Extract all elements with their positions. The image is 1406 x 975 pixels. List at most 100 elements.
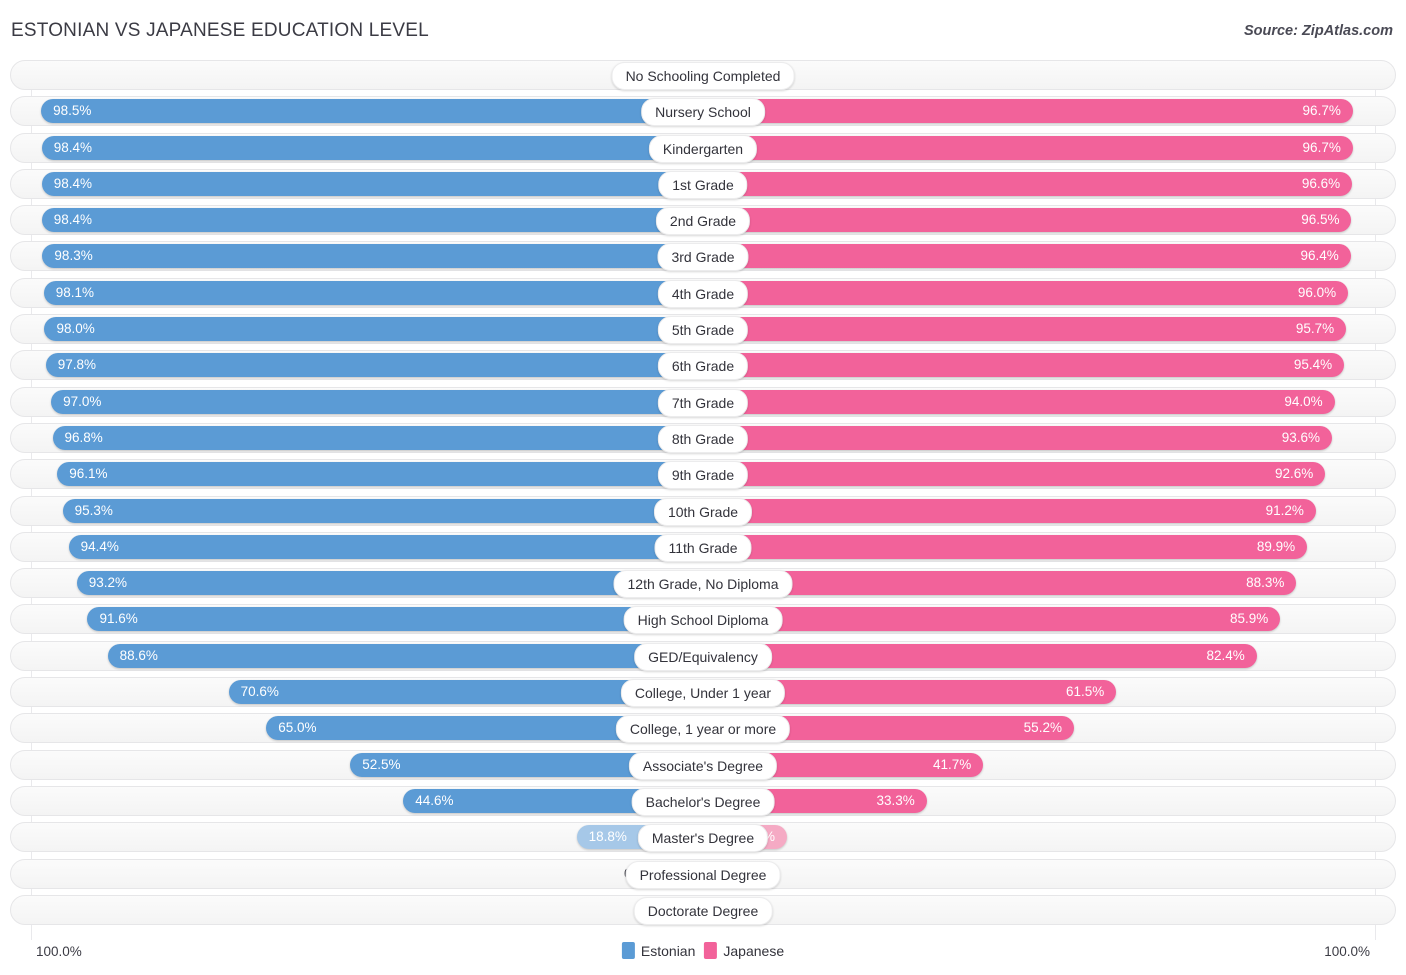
category-label[interactable]: Nursery School xyxy=(641,98,765,127)
value-label-estonian: 91.6% xyxy=(99,611,138,627)
bar-row: 2.5%1.5%Doctorate Degree xyxy=(0,894,1406,925)
bar-estonian[interactable] xyxy=(41,208,703,233)
legend-swatch-japanese xyxy=(704,942,718,959)
category-label[interactable]: 3rd Grade xyxy=(657,243,749,272)
value-label-estonian: 18.8% xyxy=(588,829,627,845)
value-label-japanese: 92.6% xyxy=(1275,466,1314,482)
bar-estonian[interactable] xyxy=(107,643,703,668)
category-label[interactable]: 7th Grade xyxy=(657,388,749,417)
category-label[interactable]: College, 1 year or more xyxy=(615,715,791,744)
category-label[interactable]: No Schooling Completed xyxy=(611,62,795,90)
bar-row: 1.6%3.3%No Schooling Completed xyxy=(0,60,1406,90)
category-label[interactable]: 2nd Grade xyxy=(655,207,751,236)
bar-row: 98.4% 96.5% 2nd Grade xyxy=(0,205,1406,236)
page-title: ESTONIAN VS JAPANESE EDUCATION LEVEL xyxy=(11,20,429,41)
bar-estonian[interactable] xyxy=(62,498,703,523)
value-label-japanese: 96.7% xyxy=(1302,139,1341,155)
category-label[interactable]: Master's Degree xyxy=(637,824,769,853)
bar-japanese[interactable] xyxy=(703,171,1353,196)
bar-estonian[interactable] xyxy=(57,462,703,487)
bar-row: 88.6% 82.4% GED/Equivalency xyxy=(0,640,1406,671)
bar-estonian[interactable] xyxy=(41,99,703,124)
category-label[interactable]: 12th Grade, No Diploma xyxy=(613,570,793,599)
category-label[interactable]: 5th Grade xyxy=(657,316,749,345)
bar-row: 98.3% 96.4% 3rd Grade xyxy=(0,241,1406,272)
chart-plot-area: 1.6%3.3%No Schooling Completed 98.5% 96.7%… xyxy=(0,60,1406,940)
value-label-japanese: 96.5% xyxy=(1301,212,1340,228)
category-label[interactable]: GED/Equivalency xyxy=(634,642,772,671)
bar-japanese[interactable] xyxy=(703,244,1351,269)
value-label-estonian: 97.8% xyxy=(57,357,97,373)
bar-row: 18.8%12.5%Master's Degree xyxy=(0,822,1406,853)
bar-row: 98.4% 96.7% Kindergarten xyxy=(0,132,1406,163)
bar-estonian[interactable] xyxy=(76,571,703,596)
bar-japanese[interactable] xyxy=(703,208,1352,233)
category-label[interactable]: Associate's Degree xyxy=(628,751,778,780)
value-label-estonian: 98.4% xyxy=(53,175,93,191)
bar-japanese[interactable] xyxy=(703,389,1335,414)
value-label-japanese: 95.7% xyxy=(1295,321,1335,337)
bar-japanese[interactable] xyxy=(703,425,1332,450)
value-label-japanese: 96.7% xyxy=(1302,103,1341,119)
legend-item-japanese[interactable]: Japanese xyxy=(704,942,784,959)
bar-japanese[interactable] xyxy=(703,99,1353,124)
bar-estonian[interactable] xyxy=(52,425,703,450)
value-label-estonian: 98.4% xyxy=(53,139,93,155)
bar-estonian[interactable] xyxy=(51,389,703,414)
bar-japanese[interactable] xyxy=(703,353,1345,378)
value-label-estonian: 96.1% xyxy=(69,466,108,482)
bar-estonian[interactable] xyxy=(68,534,703,559)
category-label[interactable]: Doctorate Degree xyxy=(633,896,773,925)
category-label[interactable]: Bachelor's Degree xyxy=(631,787,775,816)
category-label[interactable]: Professional Degree xyxy=(625,860,781,889)
bar-estonian[interactable] xyxy=(41,171,703,196)
value-label-estonian: 93.2% xyxy=(88,575,127,591)
bar-estonian[interactable] xyxy=(45,353,703,378)
bar-estonian[interactable] xyxy=(43,280,703,305)
bar-japanese[interactable] xyxy=(703,498,1316,523)
category-label[interactable]: High School Diploma xyxy=(623,606,783,635)
value-label-japanese: 95.4% xyxy=(1293,357,1333,373)
bar-japanese[interactable] xyxy=(703,607,1281,632)
bar-row: 91.6% 85.9% High School Diploma xyxy=(0,604,1406,635)
bar-estonian[interactable] xyxy=(41,135,703,160)
category-label[interactable]: College, Under 1 year xyxy=(620,679,786,708)
category-label[interactable]: 4th Grade xyxy=(657,279,749,308)
legend-label-estonian: Estonian xyxy=(640,942,696,959)
chart-header: ESTONIAN VS JAPANESE EDUCATION LEVEL Sou… xyxy=(0,0,1406,60)
legend-item-estonian[interactable]: Estonian xyxy=(621,942,696,959)
value-label-japanese: 88.3% xyxy=(1246,575,1285,591)
category-label[interactable]: Kindergarten xyxy=(648,134,758,163)
bar-row: 65.0% 55.2% College, 1 year or more xyxy=(0,713,1406,744)
bar-japanese[interactable] xyxy=(703,643,1257,668)
bar-japanese[interactable] xyxy=(703,462,1326,487)
category-label[interactable]: 8th Grade xyxy=(657,424,749,453)
chart-legend: Estonian Japanese xyxy=(621,942,784,959)
bar-japanese[interactable] xyxy=(703,280,1349,305)
bar-estonian[interactable] xyxy=(42,244,703,269)
bar-japanese[interactable] xyxy=(703,534,1308,559)
category-label[interactable]: 10th Grade xyxy=(653,497,753,526)
category-label[interactable]: 11th Grade xyxy=(654,533,752,562)
category-label[interactable]: 1st Grade xyxy=(658,170,748,199)
bar-row: 98.1% 96.0% 4th Grade xyxy=(0,277,1406,308)
bar-row: 96.1% 92.6% 9th Grade xyxy=(0,459,1406,490)
bar-japanese[interactable] xyxy=(703,317,1347,342)
category-label[interactable]: 6th Grade xyxy=(657,352,749,381)
value-label-estonian: 70.6% xyxy=(240,684,279,700)
bar-estonian[interactable] xyxy=(44,317,703,342)
source-label: Source: ZipAtlas.com xyxy=(1243,23,1393,39)
legend-label-japanese: Japanese xyxy=(723,942,785,959)
value-label-japanese: 93.6% xyxy=(1281,429,1320,445)
value-label-japanese: 96.0% xyxy=(1297,284,1337,300)
legend-swatch-estonian xyxy=(621,942,635,959)
value-label-estonian: 98.5% xyxy=(53,103,92,119)
value-label-estonian: 98.3% xyxy=(54,248,93,264)
bar-row: 96.8% 93.6% 8th Grade xyxy=(0,422,1406,453)
bar-estonian[interactable] xyxy=(87,607,703,632)
category-label[interactable]: 9th Grade xyxy=(657,461,749,490)
bar-japanese[interactable] xyxy=(703,135,1353,160)
bar-rows: 1.6%3.3%No Schooling Completed 98.5% 96.7%… xyxy=(0,60,1406,931)
bar-row: 97.0% 94.0% 7th Grade xyxy=(0,386,1406,417)
bar-row: 98.0% 95.7% 5th Grade xyxy=(0,314,1406,345)
